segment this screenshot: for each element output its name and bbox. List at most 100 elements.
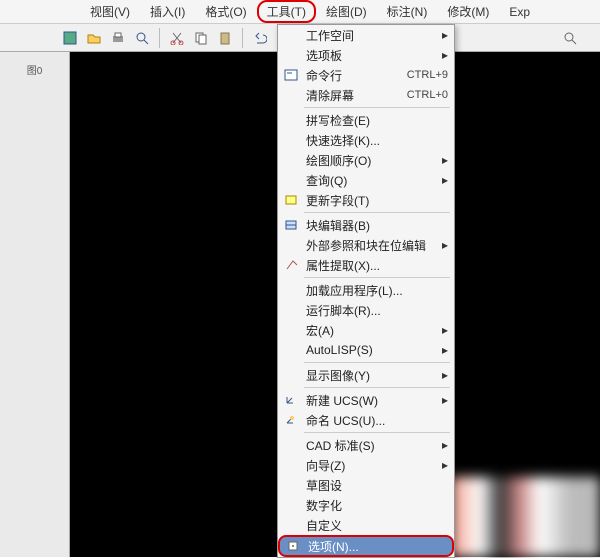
menu-separator	[304, 107, 450, 108]
menu-item[interactable]: 查询(Q)▸	[278, 170, 454, 190]
blank-icon	[282, 172, 300, 188]
menu-item[interactable]: 快速选择(K)...	[278, 130, 454, 150]
menu-item[interactable]: 外部参照和块在位编辑▸	[278, 235, 454, 255]
menu-item[interactable]: 工作空间▸	[278, 25, 454, 45]
preview-icon[interactable]	[132, 28, 152, 48]
menu-item-label: 拼写检查(E)	[306, 112, 448, 129]
menubar-item[interactable]: 标注(N)	[377, 0, 438, 23]
blank-icon	[282, 282, 300, 298]
menu-item-label: 快速选择(K)...	[306, 132, 448, 149]
folder-icon[interactable]	[84, 28, 104, 48]
menu-item[interactable]: 拼写检查(E)	[278, 110, 454, 130]
menu-item-label: 自定义	[306, 517, 448, 534]
toolbar-separator	[242, 28, 243, 48]
cmd-icon	[282, 67, 300, 83]
menu-item-label: AutoLISP(S)	[306, 343, 438, 357]
ucs-icon	[282, 392, 300, 408]
menu-item-label: 命令行	[306, 67, 407, 84]
print-icon[interactable]	[108, 28, 128, 48]
menubar-item[interactable]: 插入(I)	[140, 0, 195, 23]
menu-item[interactable]: 属性提取(X)...	[278, 255, 454, 275]
submenu-arrow-icon: ▸	[438, 393, 448, 407]
menu-item[interactable]: 绘图顺序(O)▸	[278, 150, 454, 170]
submenu-arrow-icon: ▸	[438, 343, 448, 357]
menu-item-label: 宏(A)	[306, 322, 438, 339]
menubar-item[interactable]: 修改(M)	[437, 0, 499, 23]
menu-item[interactable]: 数字化	[278, 495, 454, 515]
menu-item[interactable]: 显示图像(Y)▸	[278, 365, 454, 385]
menubar-item[interactable]: Exp	[499, 2, 540, 22]
menu-item[interactable]: 块编辑器(B)	[278, 215, 454, 235]
submenu-arrow-icon: ▸	[438, 458, 448, 472]
menubar-item[interactable]: 格式(O)	[195, 0, 256, 23]
menu-item-label: 块编辑器(B)	[306, 217, 448, 234]
tab-label[interactable]: 图0	[27, 62, 43, 77]
menu-item[interactable]: 向导(Z)▸	[278, 455, 454, 475]
menu-item-label: 外部参照和块在位编辑	[306, 237, 438, 254]
menu-item[interactable]: 宏(A)▸	[278, 320, 454, 340]
menu-item[interactable]: 清除屏幕CTRL+0	[278, 85, 454, 105]
menu-item-label: 清除屏幕	[306, 87, 407, 104]
menu-separator	[304, 432, 450, 433]
menu-item-label: 选项(N)...	[308, 538, 446, 555]
submenu-arrow-icon: ▸	[438, 323, 448, 337]
attr-icon	[282, 257, 300, 273]
menubar-item[interactable]: 工具(T)	[257, 0, 316, 23]
menu-item-label: 显示图像(Y)	[306, 367, 438, 384]
left-panel: 图0	[0, 52, 70, 557]
menu-item-label: 查询(Q)	[306, 172, 438, 189]
menu-item[interactable]: 新建 UCS(W)▸	[278, 390, 454, 410]
blank-icon	[282, 132, 300, 148]
blank-icon	[282, 367, 300, 383]
menu-item[interactable]: 加载应用程序(L)...	[278, 280, 454, 300]
search-icon[interactable]	[560, 28, 580, 48]
menu-separator	[304, 277, 450, 278]
blank-icon	[282, 87, 300, 103]
submenu-arrow-icon: ▸	[438, 368, 448, 382]
copy-icon[interactable]	[191, 28, 211, 48]
save-icon[interactable]	[60, 28, 80, 48]
opt-icon	[284, 538, 302, 554]
submenu-arrow-icon: ▸	[438, 48, 448, 62]
toolbar-separator	[159, 28, 160, 48]
blank-icon	[282, 457, 300, 473]
tools-menu-dropdown: 工作空间▸选项板▸命令行CTRL+9清除屏幕CTRL+0拼写检查(E)快速选择(…	[277, 24, 455, 558]
menu-item[interactable]: 更新字段(T)	[278, 190, 454, 210]
blank-icon	[282, 27, 300, 43]
menu-separator	[304, 362, 450, 363]
menu-item-label: 运行脚本(R)...	[306, 302, 448, 319]
menu-item-label: 选项板	[306, 47, 438, 64]
menu-item[interactable]: AutoLISP(S)▸	[278, 340, 454, 360]
undo-icon[interactable]	[250, 28, 270, 48]
menu-item[interactable]: CAD 标准(S)▸	[278, 435, 454, 455]
submenu-arrow-icon: ▸	[438, 238, 448, 252]
menu-item-label: 向导(Z)	[306, 457, 438, 474]
menubar: 视图(V)插入(I)格式(O)工具(T)绘图(D)标注(N)修改(M)Exp	[0, 0, 600, 24]
menu-item[interactable]: 草图设	[278, 475, 454, 495]
menubar-item[interactable]: 绘图(D)	[316, 0, 377, 23]
menu-separator	[304, 212, 450, 213]
blank-icon	[282, 112, 300, 128]
menubar-item[interactable]: 视图(V)	[80, 0, 140, 23]
blank-icon	[282, 152, 300, 168]
ucsn-icon	[282, 412, 300, 428]
blank-icon	[282, 437, 300, 453]
blank-icon	[282, 237, 300, 253]
menu-item[interactable]: 选项(N)...	[278, 535, 454, 557]
cut-icon[interactable]	[167, 28, 187, 48]
paste-icon[interactable]	[215, 28, 235, 48]
menu-item[interactable]: 命令行CTRL+9	[278, 65, 454, 85]
menu-separator	[304, 387, 450, 388]
menu-item[interactable]: 运行脚本(R)...	[278, 300, 454, 320]
submenu-arrow-icon: ▸	[438, 153, 448, 167]
menu-item[interactable]: 命名 UCS(U)...	[278, 410, 454, 430]
field-icon	[282, 192, 300, 208]
blank-icon	[282, 477, 300, 493]
block-icon	[282, 217, 300, 233]
menu-item[interactable]: 选项板▸	[278, 45, 454, 65]
submenu-arrow-icon: ▸	[438, 438, 448, 452]
blank-icon	[282, 302, 300, 318]
submenu-arrow-icon: ▸	[438, 173, 448, 187]
menu-item[interactable]: 自定义	[278, 515, 454, 535]
submenu-arrow-icon: ▸	[438, 28, 448, 42]
